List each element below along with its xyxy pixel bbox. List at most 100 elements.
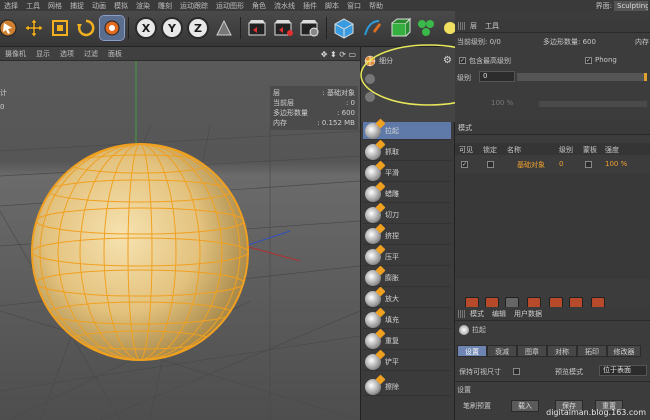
menu-animate[interactable]: 动画 [88, 1, 110, 11]
menu-snap[interactable]: 捕捉 [66, 1, 88, 11]
wax-tool-icon [365, 185, 381, 202]
tool-pinch[interactable]: 挤捏 [363, 227, 451, 245]
col-level: 级别 [559, 146, 573, 154]
row-lock-checkbox[interactable] [487, 161, 494, 168]
brush-preset-label: 笔刷预置 [463, 402, 491, 410]
level-slider[interactable] [517, 73, 647, 81]
menu-help[interactable]: 帮助 [365, 1, 387, 11]
tool-label: 擦除 [385, 382, 399, 391]
menu-render[interactable]: 渲染 [132, 1, 154, 11]
attr-menu-user-data[interactable]: 用户数据 [514, 309, 542, 319]
attr-tab-stamp[interactable]: 图章 [517, 345, 547, 357]
menu-motion-tracking[interactable]: 运动跟踪 [176, 1, 212, 11]
mode-panel-title-text: 模式 [458, 123, 472, 132]
menu-plugins[interactable]: 插件 [299, 1, 321, 11]
subdivision-surface-icon[interactable] [388, 16, 412, 40]
layout-dropdown[interactable]: Sculpting [614, 0, 648, 11]
cube-icon[interactable] [332, 16, 356, 40]
tool-grab[interactable]: 抓取 [363, 143, 451, 161]
menu-mesh[interactable]: 网格 [44, 1, 66, 11]
attr-tab-modifiers[interactable]: 修改器 [607, 345, 641, 357]
axis-z-icon: Z [187, 17, 209, 39]
tool-pull[interactable]: 拉起 [363, 122, 451, 140]
tool-amplify[interactable]: 放大 [363, 290, 451, 308]
row-visible-checkbox[interactable]: ✓ [461, 161, 468, 168]
axis-x-button[interactable]: X [134, 16, 158, 40]
row-level: 0 [559, 160, 564, 168]
attributes-menu: 模式 编辑 用户数据 [455, 307, 650, 321]
attr-menu-edit[interactable]: 编辑 [492, 309, 506, 319]
layers-list-area [455, 173, 650, 279]
viewport-menu-options[interactable]: 选项 [55, 49, 79, 59]
scale-icon[interactable] [48, 16, 72, 40]
menu-pipeline[interactable]: 流水线 [270, 1, 299, 11]
viewport-menu-display[interactable]: 显示 [31, 49, 55, 59]
menu-simulate[interactable]: 模拟 [110, 1, 132, 11]
attr-tab-symmetry[interactable]: 对称 [547, 345, 577, 357]
axis-x-icon: X [135, 17, 157, 39]
settings-section-label: 设置 [457, 386, 471, 394]
tool-erase[interactable]: 擦除 [363, 378, 451, 396]
include-highest-checkbox[interactable]: ✓ [459, 57, 466, 64]
cloner-icon[interactable] [414, 16, 438, 40]
menu-sculpt[interactable]: 雕刻 [154, 1, 176, 11]
tool-label: 平滑 [385, 168, 399, 177]
live-selection-icon[interactable] [0, 16, 20, 40]
sphere-object[interactable] [31, 143, 249, 361]
preview-mode-dropdown[interactable]: 位于表面 [599, 365, 647, 376]
load-preset-button[interactable]: 载入 [511, 400, 539, 412]
level-slider-handle[interactable] [644, 73, 647, 81]
menu-mograph[interactable]: 运动图形 [212, 1, 248, 11]
keep-visible-checkbox[interactable] [513, 368, 520, 375]
attr-tab-settings[interactable]: 设置 [457, 345, 487, 357]
phong-checkbox[interactable]: ✓ [585, 57, 592, 64]
row-mask-checkbox[interactable] [585, 161, 592, 168]
tool-knife[interactable]: 切刀 [363, 206, 451, 224]
attr-tab-stencil[interactable]: 拓印 [577, 345, 607, 357]
render-settings-icon[interactable] [298, 16, 322, 40]
render-picture-viewer-icon[interactable] [272, 16, 296, 40]
tool-fill[interactable]: 填充 [363, 311, 451, 329]
coordinate-system-icon[interactable] [212, 16, 236, 40]
axis-y-button[interactable]: Y [160, 16, 184, 40]
layers-panel-title: 层 工具 [455, 19, 650, 33]
viewport-menu-filter[interactable]: 过滤 [79, 49, 103, 59]
pen-spline-icon[interactable] [360, 16, 384, 40]
table-row[interactable]: ✓ 基础对象 0 100 % [455, 158, 650, 172]
menu-window[interactable]: 窗口 [343, 1, 365, 11]
tool-flatten[interactable]: 压平 [363, 248, 451, 266]
menu-select[interactable]: 选择 [0, 1, 22, 11]
col-lock: 锁定 [483, 146, 497, 154]
move-icon[interactable] [22, 16, 46, 40]
main-menu-bar: 选择 工具 网格 捕捉 动画 模拟 渲染 雕刻 运动跟踪 运动图形 角色 流水线… [0, 0, 650, 11]
attr-menu-mode[interactable]: 模式 [470, 309, 484, 319]
tool-smooth[interactable]: 平滑 [363, 164, 451, 182]
menu-character[interactable]: 角色 [248, 1, 270, 11]
tool-repeat[interactable]: 重复 [363, 332, 451, 350]
3d-viewport[interactable]: 计 0 层: 基础对象 当前层: 0 多边形数量: 600 内存: 0.152 … [0, 61, 360, 420]
axis-z-button[interactable]: Z [186, 16, 210, 40]
tool-inflate[interactable]: 膨胀 [363, 269, 451, 287]
hud-label: 当前层 [273, 99, 294, 107]
tab-tools[interactable]: 工具 [485, 21, 499, 31]
level-input[interactable]: 0 [479, 71, 515, 82]
tool-wax[interactable]: 蜡雕 [363, 185, 451, 203]
menu-script[interactable]: 脚本 [321, 1, 343, 11]
render-view-icon[interactable] [246, 16, 270, 40]
viewport-menu-cameras[interactable]: 摄像机 [0, 49, 31, 59]
preview-mode-label: 预览模式 [555, 368, 583, 376]
viewport-navigation-icons[interactable]: ✥ ⬍ ⟳ ▭ [321, 47, 356, 61]
rotate-icon[interactable] [74, 16, 98, 40]
opacity-slider[interactable] [539, 101, 647, 107]
tool-label: 压平 [385, 252, 399, 261]
hud-label: 内存 [273, 119, 287, 127]
attr-tab-falloff[interactable]: 衰减 [487, 345, 517, 357]
tool-scrape[interactable]: 铲平 [363, 353, 451, 371]
viewport-hud: 层: 基础对象 当前层: 0 多边形数量: 600 内存: 0.152 MB [270, 86, 358, 130]
viewport-menu-panel[interactable]: 面板 [103, 49, 127, 59]
menu-tools[interactable]: 工具 [22, 1, 44, 11]
sculpt-mode-icon[interactable] [99, 15, 125, 41]
tab-layers[interactable]: 层 [470, 21, 477, 31]
include-highest-label: 包含最高级别 [469, 57, 511, 65]
attr-object-header: 拉起 [459, 325, 486, 335]
